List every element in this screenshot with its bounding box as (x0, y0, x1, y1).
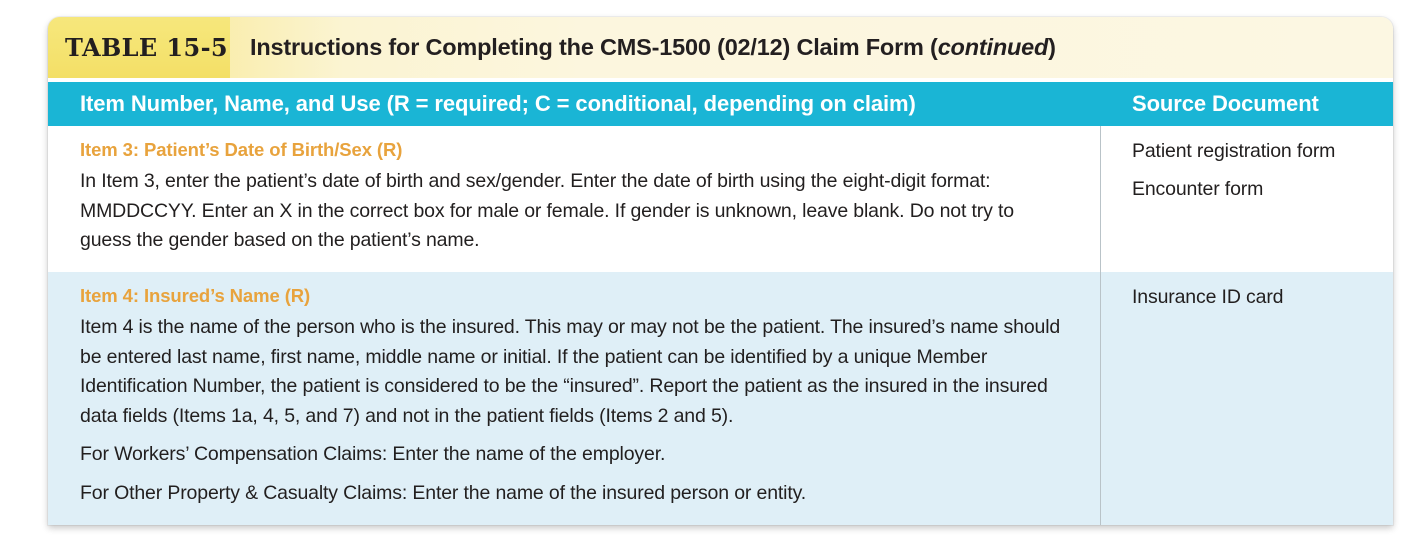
table-title-text: Instructions for Completing the CMS-1500… (250, 34, 938, 60)
table-row: Item 4: Insured’s Name (R) Item 4 is the… (48, 271, 1393, 525)
item-paragraph: For Workers’ Compensation Claims: Enter … (80, 443, 666, 466)
item-heading: Item 3: Patient’s Date of Birth/Sex (R) (80, 139, 403, 160)
source-document-entry: Insurance ID card (1132, 285, 1284, 308)
column-header-source-document: Source Document (1132, 91, 1319, 116)
item-heading: Item 4: Insured’s Name (R) (80, 284, 311, 306)
table-cell-source-document: Insurance ID card (1101, 272, 1393, 525)
column-header-item-number-name-use: Item Number, Name, and Use (R = required… (80, 91, 916, 116)
table-cell-instructions: Item 3: Patient’s Date of Birth/Sex (R) … (48, 126, 1101, 272)
table-row: Item 3: Patient’s Date of Birth/Sex (R) … (48, 126, 1393, 272)
item-paragraph: In Item 3, enter the patient’s date of b… (80, 170, 1014, 252)
table-column-header-row: Item Number, Name, and Use (R = required… (48, 82, 1393, 126)
table-title-close-paren: ) (1048, 34, 1056, 60)
table-caption-bar: TABLE 15-5 Instructions for Completing t… (48, 17, 1393, 78)
item-paragraph: Item 4 is the name of the person who is … (80, 315, 1061, 427)
table-cell-instructions: Item 4: Insured’s Name (R) Item 4 is the… (48, 271, 1101, 525)
table-cell-source-document: Patient registration form Encounter form (1101, 126, 1393, 272)
table-title-continued: continued (937, 34, 1049, 60)
table-15-5-card: TABLE 15-5 Instructions for Completing t… (48, 17, 1393, 525)
source-document-entry: Encounter form (1132, 177, 1264, 200)
page-root: TABLE 15-5 Instructions for Completing t… (0, 0, 1425, 550)
table-number-badge: TABLE 15-5 (48, 17, 230, 78)
table-title: Instructions for Completing the CMS-1500… (230, 17, 1393, 78)
source-document-entry: Patient registration form (1132, 140, 1336, 162)
item-paragraph: For Other Property & Casualty Claims: En… (80, 482, 807, 504)
